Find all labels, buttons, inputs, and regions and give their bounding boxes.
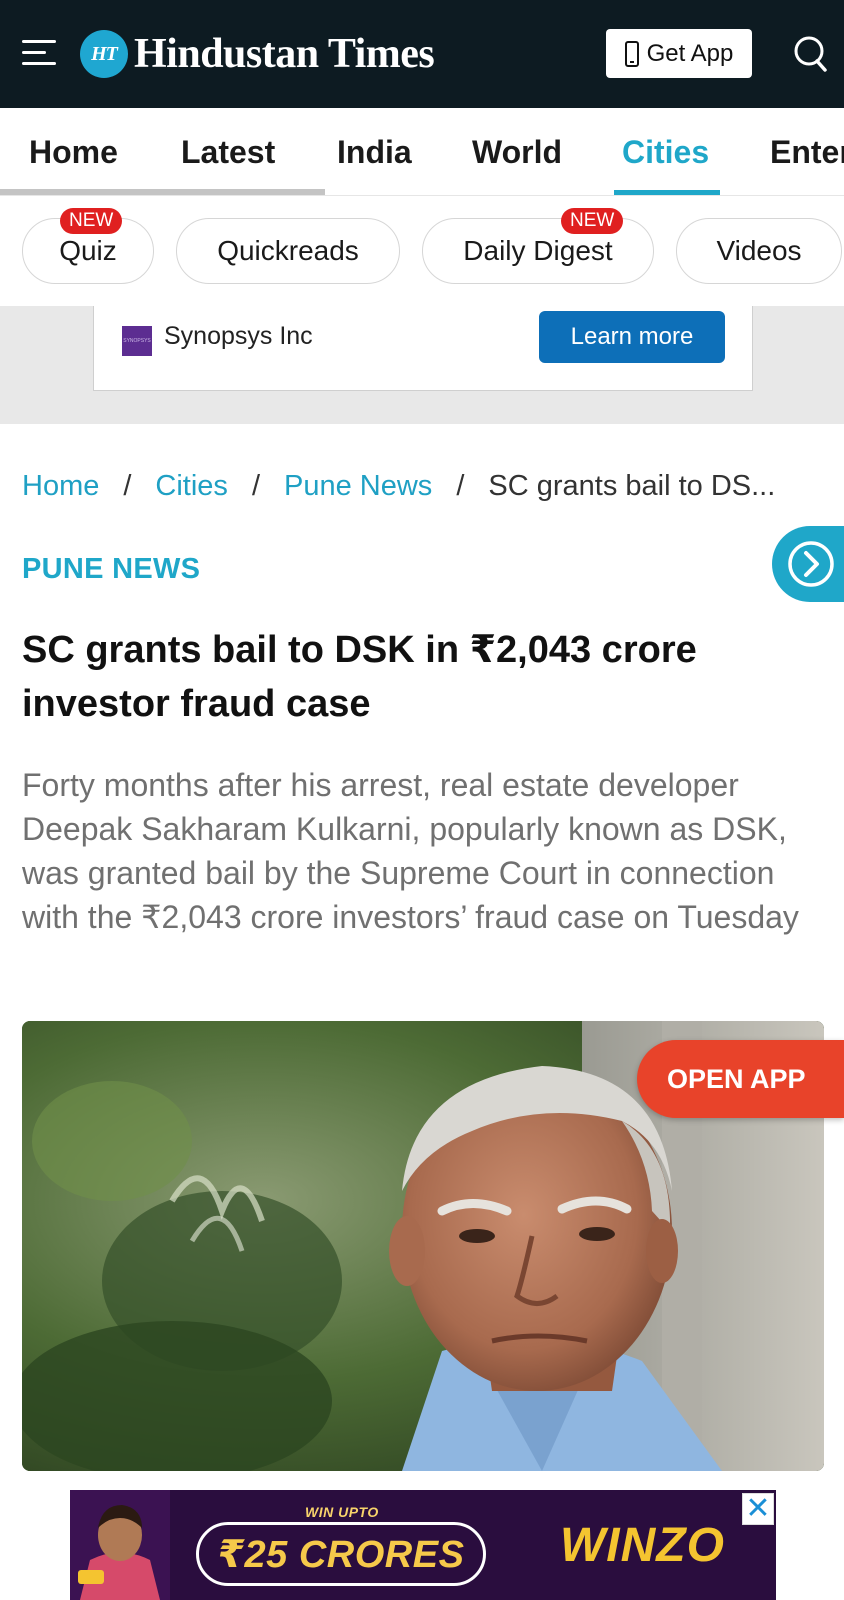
breadcrumb-separator: / [456,470,465,502]
chevron-right-icon [788,541,834,587]
breadcrumb-home[interactable]: Home [22,470,99,502]
breadcrumb-separator: / [123,470,132,502]
breadcrumb-separator: / [251,470,260,502]
site-logo[interactable]: HT Hindustan Times [80,28,435,80]
nav-item-cities[interactable]: Cities [622,134,709,171]
section-label[interactable]: PUNE NEWS [22,553,200,586]
chip-label: Daily Digest [463,235,613,266]
nav-item-latest[interactable]: Latest [181,134,275,171]
breadcrumb-current: SC grants bail to DS... [488,470,776,502]
advertiser-logo: SYNOPSYS [122,326,152,356]
ad-brand: WINZO [560,1519,725,1572]
new-badge: NEW [60,208,123,234]
site-header: HT Hindustan Times Get App [0,0,844,108]
article-headline: SC grants bail to DSK in ₹2,043 crore in… [22,629,697,725]
chip-videos[interactable]: Videos [676,218,842,284]
nav-item-world[interactable]: World [472,134,562,171]
chip-quickreads[interactable]: Quickreads [176,218,400,284]
ad-prize-amount: ₹25 CRORES [196,1522,486,1586]
nav-item-home[interactable]: Home [29,134,118,171]
logo-text: Hindustan Times [134,31,435,77]
nav-item-india[interactable]: India [337,134,412,171]
next-story-button[interactable] [772,526,844,602]
phone-icon [624,40,639,67]
quick-links: Quiz NEW Quickreads Daily Digest NEW Vid… [0,196,844,306]
nav-scroll-indicator [0,189,325,195]
ad-player-image [70,1490,170,1600]
search-icon[interactable] [790,34,828,74]
ad-card[interactable]: SYNOPSYS Synopsys Inc Learn more [93,306,753,391]
advertiser-name: Synopsys Inc [164,322,313,350]
chip-label: Videos [716,235,802,266]
chip-label: Quiz [59,235,117,266]
breadcrumb-pune-news[interactable]: Pune News [284,470,432,502]
close-icon[interactable]: ✕ [742,1493,774,1525]
logo-badge: HT [80,30,128,78]
menu-icon[interactable] [22,38,56,66]
article-summary: Forty months after his arrest, real esta… [22,767,799,935]
learn-more-button[interactable]: Learn more [539,311,725,363]
open-app-button[interactable]: OPEN APP [637,1040,844,1118]
new-badge: NEW [561,208,624,234]
get-app-button[interactable]: Get App [606,29,752,78]
get-app-label: Get App [646,39,734,67]
section-nav: Home Latest India World Cities Enter [0,108,844,196]
breadcrumb-cities[interactable]: Cities [155,470,228,502]
ad-banner-bottom[interactable]: WIN UPTO ₹25 CRORES WINZO [70,1490,776,1600]
ad-win-upto: WIN UPTO [305,1504,379,1520]
chip-label: Quickreads [217,235,359,266]
active-tab-indicator [614,190,720,195]
nav-item-entertainment[interactable]: Enter [770,134,844,171]
breadcrumb: Home / Cities / Pune News / SC grants bail to … [22,470,775,503]
ad-banner-top: SYNOPSYS Synopsys Inc Learn more [0,306,844,424]
